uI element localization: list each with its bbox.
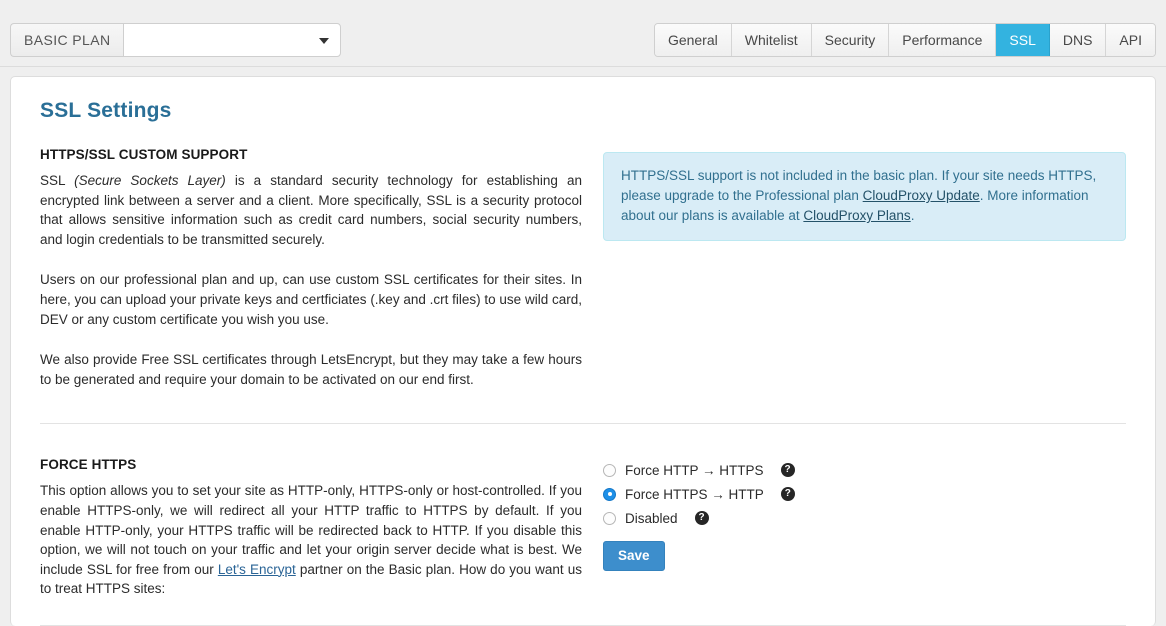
custom-support-section: HTTPS/SSL CUSTOM SUPPORT SSL (Secure Soc… <box>40 147 1126 389</box>
force-https-heading: FORCE HTTPS <box>40 457 137 473</box>
custom-support-paragraph-1: SSL (Secure Sockets Layer) is a standard… <box>40 171 582 249</box>
radio-force-http-to-https[interactable] <box>603 463 616 477</box>
tab-performance[interactable]: Performance <box>889 24 997 56</box>
help-circle-icon[interactable]: ? <box>694 511 709 526</box>
radio-disabled[interactable] <box>603 511 616 525</box>
top-bar: BASIC PLAN General Whitelist Security Pe… <box>0 0 1166 67</box>
tab-security[interactable]: Security <box>811 24 890 56</box>
option-label: Disabled <box>625 510 678 526</box>
force-https-radio-group: Force HTTP → HTTPS ? Force HTTPS → HTTP … <box>603 457 1126 572</box>
custom-support-paragraph-3: We also provide Free SSL certificates th… <box>40 352 582 387</box>
lets-encrypt-link[interactable]: Let's Encrypt <box>218 562 296 577</box>
tab-whitelist[interactable]: Whitelist <box>731 24 812 56</box>
plan-upgrade-alert: HTTPS/SSL support is not included in the… <box>603 152 1126 241</box>
section-divider <box>40 423 1126 425</box>
site-select[interactable] <box>123 23 342 57</box>
help-circle-icon[interactable]: ? <box>780 487 795 502</box>
plan-label: BASIC PLAN <box>10 23 124 57</box>
custom-support-alert-column: HTTPS/SSL support is not included in the… <box>582 147 1126 241</box>
force-https-section: FORCE HTTPS This option allows you to se… <box>40 457 1126 599</box>
option-label: Force HTTP → HTTPS <box>625 462 764 478</box>
tab-api[interactable]: API <box>1106 24 1155 56</box>
option-label: Force HTTPS → HTTP <box>625 486 764 502</box>
plan-selector-group: BASIC PLAN <box>10 23 342 57</box>
tab-general[interactable]: General <box>654 24 732 56</box>
custom-support-heading: HTTPS/SSL CUSTOM SUPPORT <box>40 147 248 162</box>
page-title: SSL Settings <box>40 99 172 122</box>
custom-support-paragraph-2: Users on our professional plan and up, c… <box>40 272 582 327</box>
settings-tabs: General Whitelist Security Performance S… <box>653 23 1156 57</box>
force-https-text-column: FORCE HTTPS This option allows you to se… <box>40 457 582 599</box>
custom-support-text-column: HTTPS/SSL CUSTOM SUPPORT SSL (Secure Soc… <box>40 147 582 389</box>
alert-text-c: . <box>910 208 915 223</box>
radio-force-https-to-http[interactable] <box>603 487 616 501</box>
tab-dns[interactable]: DNS <box>1049 24 1107 56</box>
option-force-http-to-https[interactable]: Force HTTP → HTTPS ? <box>603 459 1126 481</box>
paragraph-1-emphasis: (Secure Sockets Layer) <box>74 173 226 188</box>
help-circle-icon[interactable]: ? <box>780 463 795 478</box>
option-disabled[interactable]: Disabled ? <box>603 507 1126 529</box>
save-button[interactable]: Save <box>603 541 665 572</box>
cloudproxy-update-link[interactable]: CloudProxy Update <box>863 188 980 203</box>
chevron-down-icon <box>319 38 330 44</box>
paragraph-1-part-a: SSL <box>40 173 75 188</box>
option-force-https-to-http[interactable]: Force HTTPS → HTTP ? <box>603 483 1126 505</box>
force-https-options-column: Force HTTP → HTTPS ? Force HTTPS → HTTP … <box>582 457 1126 572</box>
tab-ssl[interactable]: SSL <box>996 24 1050 56</box>
force-https-description: This option allows you to set your site … <box>40 481 582 599</box>
cloudproxy-plans-link[interactable]: CloudProxy Plans <box>803 208 910 223</box>
ssl-settings-panel: SSL Settings HTTPS/SSL CUSTOM SUPPORT SS… <box>10 76 1156 626</box>
